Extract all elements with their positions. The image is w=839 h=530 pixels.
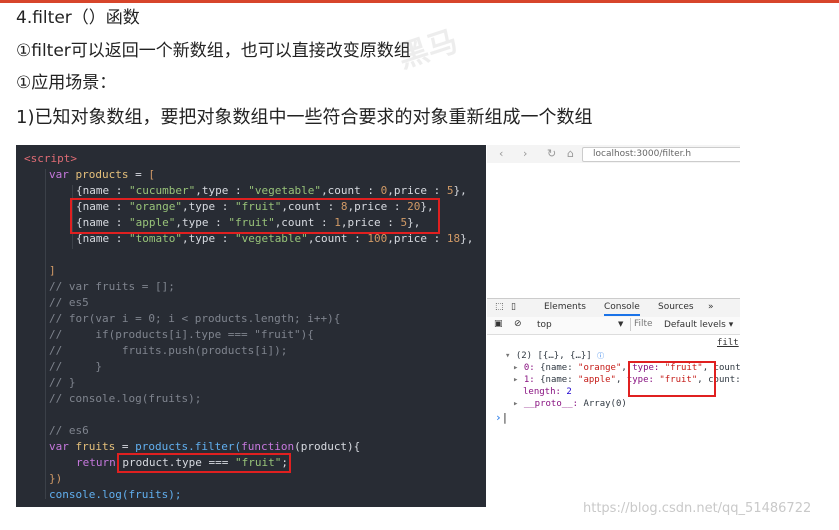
levels-dropdown[interactable]: Default levels ▾ — [664, 320, 733, 330]
sidebar-toggle-icon[interactable]: ▣ — [494, 319, 503, 329]
comment-line: // es5 — [49, 296, 89, 309]
code-line: <script> — [24, 152, 77, 165]
more-tabs-button[interactable]: » — [708, 302, 714, 312]
array-length: length: 2 — [523, 387, 572, 397]
code-line: ] — [49, 264, 56, 277]
code-line: var products = [ — [49, 168, 155, 181]
section-heading: 4.filter（）函数 — [16, 8, 140, 28]
console-prompt[interactable]: ›| — [495, 411, 508, 424]
code-line-console-log: console.log(fruits); — [49, 488, 182, 501]
description-line-1: ①filter可以返回一个新数组，也可以直接改变原数组 — [16, 41, 411, 61]
chevron-down-icon[interactable]: ▼ — [618, 320, 623, 328]
highlight-type-fruit — [628, 361, 716, 397]
browser-toolbar: ‹ › ↻ ⌂ localhost:3000/filter.h — [487, 145, 740, 164]
array-proto[interactable]: ▸ __proto__: Array(0) — [513, 399, 627, 409]
info-icon: ⓘ — [597, 352, 605, 360]
address-bar[interactable]: localhost:3000/filter.h — [582, 147, 740, 162]
console-output: filt ▾ (2) [{…}, {…}] ⓘ ▸ 0: {name: "ora… — [487, 335, 740, 507]
result-header[interactable]: ▾ (2) [{…}, {…}] ⓘ — [505, 351, 604, 361]
comment-line: // } — [49, 376, 76, 389]
highlight-return-expression — [117, 453, 291, 473]
comment-line: // } — [49, 360, 102, 373]
description-line-3: 1)已知对象数组，要把对象数组中一些符合要求的对象重新组成一个数组 — [16, 107, 593, 128]
faded-watermark-stamp: 黑马 — [394, 23, 462, 76]
device-toolbar-icon[interactable]: ▯ — [511, 302, 516, 312]
tab-elements[interactable]: Elements — [544, 302, 586, 312]
highlight-fruit-rows — [70, 198, 440, 234]
filter-partial-text: filt — [717, 338, 739, 348]
tab-console[interactable]: Console — [604, 302, 640, 316]
comment-line: // for(var i = 0; i < products.length; i… — [49, 312, 341, 325]
watermark-url: https://blog.csdn.net/qq_51486722 — [583, 501, 812, 516]
tab-sources[interactable]: Sources — [658, 302, 694, 312]
comment-line: // es6 — [49, 424, 89, 437]
comment-line: // if(products[i].type === "fruit"){ — [49, 328, 314, 341]
code-editor: <script> var products = [ {name : "cucum… — [16, 145, 486, 507]
context-selector[interactable]: top — [537, 320, 552, 330]
devtools-tabbar: ⬚ ▯ Elements Console Sources » — [487, 298, 740, 318]
reload-icon[interactable]: ↻ — [547, 147, 556, 160]
page-viewport — [487, 163, 740, 297]
comment-line: // var fruits = []; — [49, 280, 175, 293]
clear-console-icon[interactable]: ⊘ — [514, 319, 522, 329]
back-arrow-icon[interactable]: ‹ — [499, 147, 503, 160]
code-line-row-0: {name : "cucumber",type : "vegetable",co… — [76, 184, 467, 197]
indent-guide — [45, 169, 46, 499]
forward-arrow-icon[interactable]: › — [523, 147, 527, 160]
description-line-2: ①应用场景： — [16, 73, 117, 93]
inspect-icon[interactable]: ⬚ — [495, 302, 504, 312]
console-toolbar: ▣ ⊘ top ▼ Filte Default levels ▾ — [487, 317, 740, 335]
home-icon[interactable]: ⌂ — [567, 147, 574, 160]
filter-input[interactable]: Filte — [630, 318, 664, 331]
code-line: }) — [49, 472, 63, 485]
comment-line: // fruits.push(products[i]); — [49, 344, 288, 357]
comment-line: // console.log(fruits); — [49, 392, 202, 405]
